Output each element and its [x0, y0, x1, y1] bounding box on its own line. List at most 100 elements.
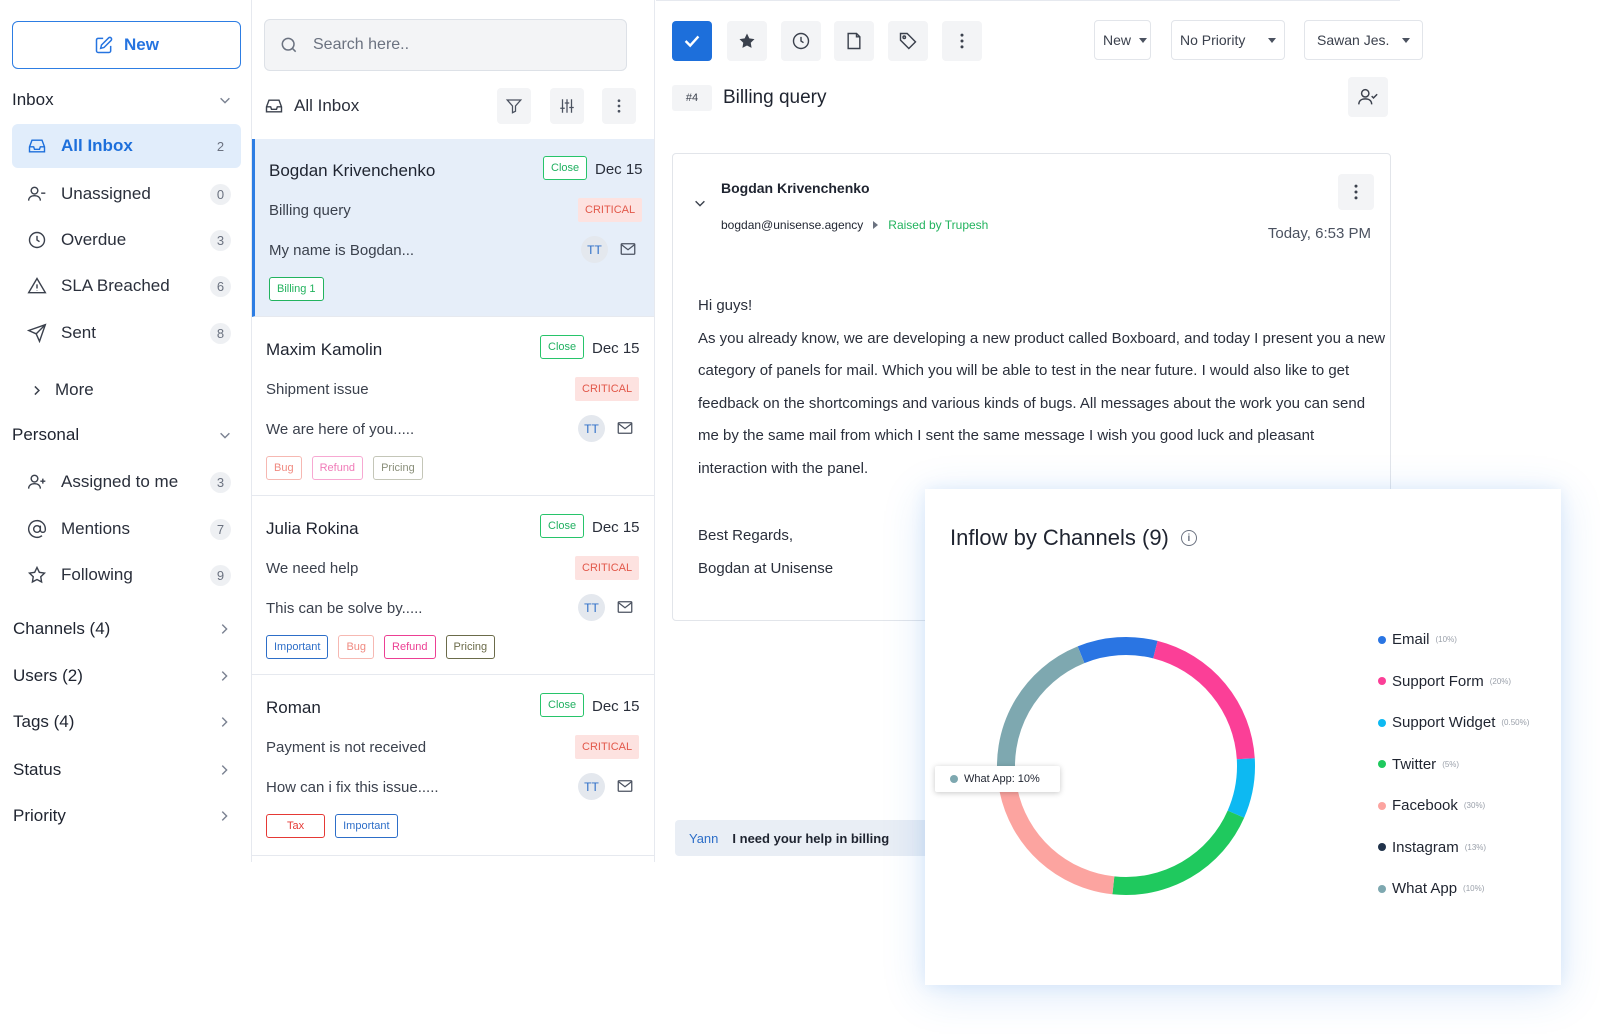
donut-slice-twitter[interactable]	[1112, 810, 1245, 895]
sidebar-item-label: Following	[61, 565, 133, 584]
tag[interactable]: Important	[266, 635, 329, 659]
section-users[interactable]: Users (2)	[13, 666, 231, 686]
legend-swatch	[1378, 884, 1386, 893]
resolve-button[interactable]	[672, 21, 712, 61]
donut-chart	[997, 637, 1255, 895]
message-line: category of panels for mail. Which you w…	[698, 362, 1350, 379]
sender-line: bogdan@unisense.agency Raised by Trupesh	[721, 218, 988, 232]
assign-user-button[interactable]	[1348, 77, 1388, 117]
chevron-right-icon	[221, 671, 228, 681]
reply-text: I need your help in billing	[732, 830, 890, 846]
count-badge: 3	[210, 229, 231, 251]
section-label: Status	[13, 760, 62, 779]
count-badge: 2	[216, 138, 225, 154]
sidebar-item-sla-breached[interactable]: SLA Breached 6	[12, 264, 241, 308]
tag[interactable]: Billing 1	[269, 277, 324, 301]
section-label: Tags (4)	[13, 712, 75, 731]
chevron-down-icon[interactable]	[693, 196, 707, 210]
status-dropdown[interactable]: New	[1094, 20, 1151, 60]
tag-button[interactable]	[888, 21, 928, 61]
new-button[interactable]: New	[12, 21, 241, 69]
sidebar-item-mentions[interactable]: Mentions 7	[12, 507, 241, 551]
legend-item[interactable]: Instagram (13%)	[1378, 839, 1486, 856]
legend-item[interactable]: Support Widget (0.50%)	[1378, 714, 1529, 731]
tag[interactable]: Important	[335, 814, 398, 838]
chart-title-label: Inflow by Channels (9)	[950, 525, 1169, 550]
legend-label: Twitter	[1392, 755, 1437, 773]
snooze-button[interactable]	[781, 21, 821, 61]
section-status[interactable]: Status	[13, 760, 231, 780]
adjust-button[interactable]	[550, 88, 584, 124]
donut-slice-email[interactable]	[1077, 637, 1158, 664]
list-more-button[interactable]	[602, 88, 636, 124]
tag[interactable]: Pricing	[373, 456, 423, 480]
tag[interactable]: Bug	[266, 456, 302, 480]
chart-title: Inflow by Channels (9) i	[950, 525, 1197, 551]
ticket-card[interactable]: Julia Rokina Close Dec 15 We need help C…	[252, 497, 654, 675]
tag[interactable]: Refund	[384, 635, 436, 659]
assignee-dropdown[interactable]: Sawan Jes.	[1304, 20, 1423, 60]
sender-email[interactable]: bogdan@unisense.agency	[721, 218, 863, 232]
donut-slice-support-form[interactable]	[1153, 640, 1255, 760]
status-badge: Close	[540, 335, 585, 359]
legend-item[interactable]: Email (10%)	[1378, 631, 1457, 648]
sidebar-item-assigned-to-me[interactable]: Assigned to me 3	[12, 460, 241, 504]
caret-down-icon	[1402, 37, 1410, 43]
legend-percent: (0.50%)	[1501, 718, 1530, 727]
message-menu-button[interactable]	[1338, 174, 1374, 210]
notes-button[interactable]	[834, 21, 874, 61]
tag-list: Tax Important	[266, 814, 398, 838]
star-button[interactable]	[727, 21, 767, 61]
message-sender: Bogdan Krivenchenko	[721, 180, 870, 196]
ticket-card[interactable]: Bogdan Krivenchenko Close Dec 15 Billing…	[252, 139, 654, 317]
legend-label: What App	[1392, 880, 1458, 897]
sidebar-item-all-inbox[interactable]: All Inbox 2	[12, 124, 241, 168]
sidebar-item-unassigned[interactable]: Unassigned 0	[12, 172, 241, 216]
tag-list: Bug Refund Pricing	[266, 456, 423, 480]
sliders-icon	[560, 99, 574, 113]
priority-dropdown[interactable]: No Priority	[1171, 20, 1285, 60]
more-toggle[interactable]: More	[30, 380, 94, 400]
legend-item[interactable]: Facebook (30%)	[1378, 797, 1485, 814]
personal-section-header[interactable]: Personal	[12, 425, 232, 445]
count-badge: 3	[210, 471, 231, 493]
inbox-section-header[interactable]: Inbox	[12, 90, 232, 110]
donut-slice-support-widget[interactable]	[1227, 758, 1255, 818]
star-icon	[26, 564, 48, 586]
ticket-card[interactable]: Roman Close Dec 15 Payment is not receiv…	[252, 676, 654, 856]
sidebar-item-overdue[interactable]: Overdue 3	[12, 218, 241, 262]
filter-button[interactable]	[497, 88, 531, 124]
more-actions-button[interactable]	[942, 21, 982, 61]
section-tags[interactable]: Tags (4)	[13, 712, 231, 732]
tag[interactable]: Refund	[311, 456, 364, 480]
chart-tooltip: What App: 10%	[935, 766, 1060, 792]
tag[interactable]: Pricing	[445, 635, 496, 659]
tooltip-swatch	[950, 775, 958, 783]
legend-item[interactable]: Twitter (5%)	[1378, 756, 1459, 773]
tag[interactable]: Bug	[338, 635, 375, 659]
legend-item[interactable]: What App (10%)	[1378, 880, 1484, 897]
donut-slice-facebook[interactable]	[999, 788, 1115, 895]
info-icon[interactable]: i	[1180, 530, 1197, 546]
kebab-icon	[617, 99, 621, 113]
reply-preview[interactable]: Yann I need your help in billing	[675, 820, 935, 856]
sidebar-item-sent[interactable]: Sent 8	[12, 311, 241, 355]
legend-label: Facebook	[1392, 797, 1458, 814]
ticket-subject: Shipment issue	[266, 381, 369, 398]
inbox-icon	[265, 99, 283, 113]
clock-icon	[26, 229, 48, 251]
search-input[interactable]: Search here..	[264, 19, 627, 71]
list-header: All Inbox	[264, 88, 636, 124]
sidebar-item-following[interactable]: Following 9	[12, 553, 241, 597]
legend-item[interactable]: Support Form (20%)	[1378, 673, 1511, 690]
message-line: interaction with the panel.	[698, 459, 869, 477]
chevron-right-icon	[221, 624, 228, 634]
avatar: TT	[578, 773, 605, 800]
tag[interactable]: Tax	[266, 814, 326, 838]
chevron-right-icon	[221, 717, 228, 727]
section-priority[interactable]: Priority	[13, 806, 231, 826]
ticket-subject: Payment is not received	[266, 739, 427, 756]
section-channels[interactable]: Channels (4)	[13, 619, 231, 639]
ticket-date: Dec 15	[592, 340, 640, 357]
ticket-card[interactable]: Maxim Kamolin Close Dec 15 Shipment issu…	[252, 318, 654, 496]
